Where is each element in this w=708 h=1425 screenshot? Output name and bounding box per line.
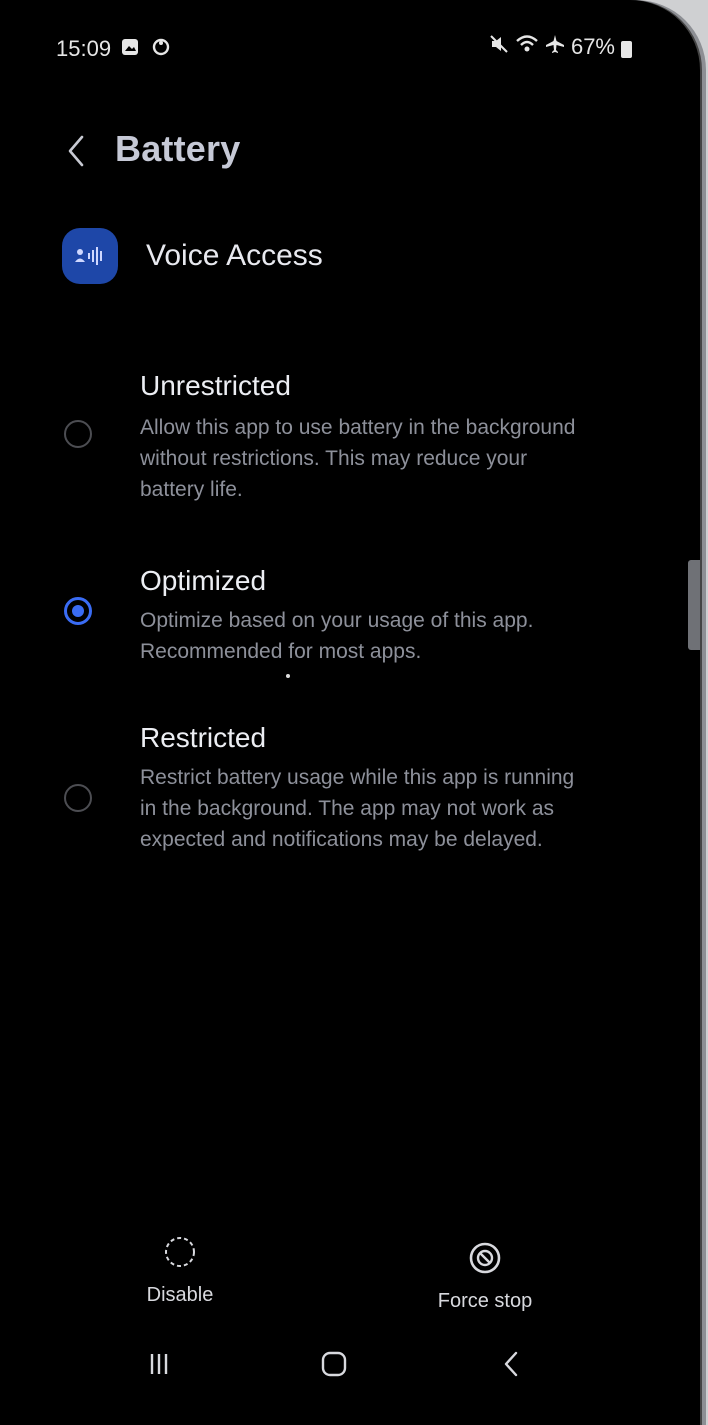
- mute-icon: [489, 34, 509, 60]
- force-stop-icon: [468, 1242, 502, 1279]
- radio-unrestricted[interactable]: [64, 420, 92, 448]
- force-stop-button[interactable]: Force stop: [420, 1241, 550, 1313]
- back-icon: [499, 1349, 523, 1384]
- option-unrestricted[interactable]: Unrestricted Allow this app to use batte…: [60, 370, 620, 510]
- sync-icon: [152, 38, 170, 56]
- gallery-icon: [121, 38, 139, 56]
- app-info-row[interactable]: Voice Access: [60, 212, 342, 300]
- chevron-left-icon: [65, 133, 87, 174]
- option-description: Restrict battery usage while this app is…: [140, 766, 575, 851]
- option-restricted[interactable]: Restricted Restrict battery usage while …: [60, 722, 620, 892]
- nav-back-button[interactable]: [489, 1341, 533, 1391]
- battery-icon: [621, 40, 632, 58]
- option-title: Restricted: [140, 722, 267, 753]
- option-description: Allow this app to use battery in the bac…: [140, 416, 576, 501]
- side-button: [688, 560, 700, 650]
- battery-percent: 67%: [570, 34, 615, 59]
- navigation-bar: [0, 1335, 700, 1395]
- force-stop-label: Force stop: [437, 1290, 533, 1312]
- status-right: 67%: [489, 34, 632, 60]
- app-name: Voice Access: [146, 239, 323, 272]
- back-button[interactable]: [58, 118, 94, 188]
- status-time: 15:09: [56, 36, 112, 61]
- phone-screen: 15:09 67% Battery Voice Access Unrestric…: [0, 0, 700, 1425]
- radio-optimized[interactable]: [64, 597, 92, 625]
- disable-icon: [163, 1237, 197, 1273]
- voice-access-icon: [62, 228, 118, 284]
- disable-label: Disable: [146, 1284, 214, 1306]
- airplane-icon: [545, 34, 565, 60]
- home-icon: [320, 1350, 348, 1383]
- radio-restricted[interactable]: [64, 784, 92, 812]
- recents-icon: [145, 1350, 173, 1383]
- scroll-indicator: [286, 674, 290, 678]
- bottom-actions: Disable Force stop: [0, 1205, 700, 1325]
- option-title: Optimized: [140, 565, 267, 596]
- recents-button[interactable]: [137, 1341, 181, 1391]
- page-title: Battery: [115, 128, 241, 169]
- home-button[interactable]: [312, 1341, 356, 1391]
- option-optimized[interactable]: Optimized Optimize based on your usage o…: [60, 563, 620, 673]
- status-bar: 15:09 67%: [0, 0, 700, 95]
- wifi-icon: [515, 34, 539, 60]
- option-description: Optimize based on your usage of this app…: [140, 609, 534, 663]
- disable-button[interactable]: Disable: [134, 1235, 226, 1307]
- option-title: Unrestricted: [140, 370, 291, 401]
